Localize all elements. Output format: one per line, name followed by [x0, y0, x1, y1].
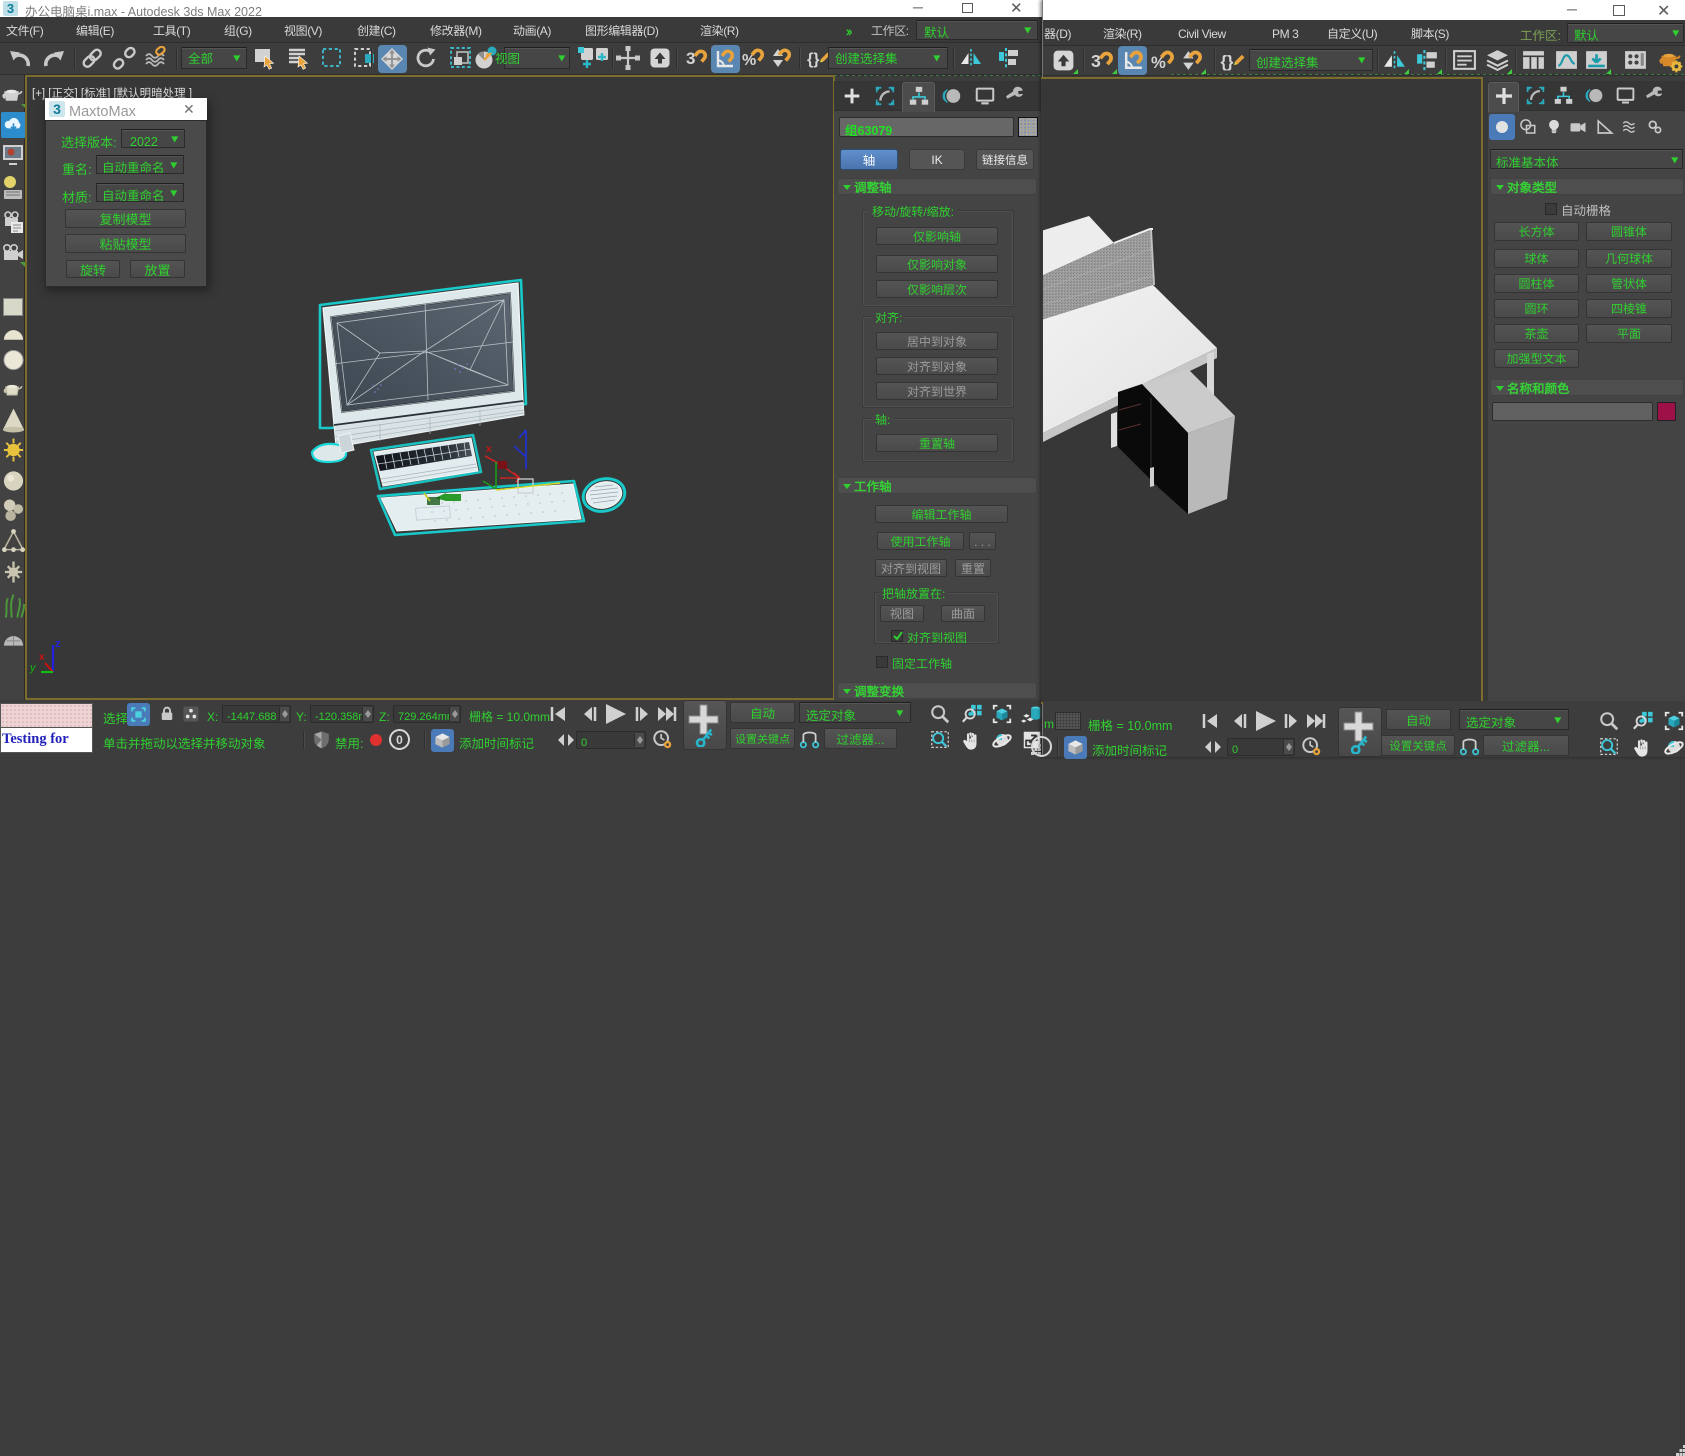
svg-text:y: y [29, 659, 37, 675]
svg-text:x: x [486, 440, 492, 455]
svg-text:x: x [39, 648, 45, 663]
svg-text:z: z [55, 635, 61, 651]
